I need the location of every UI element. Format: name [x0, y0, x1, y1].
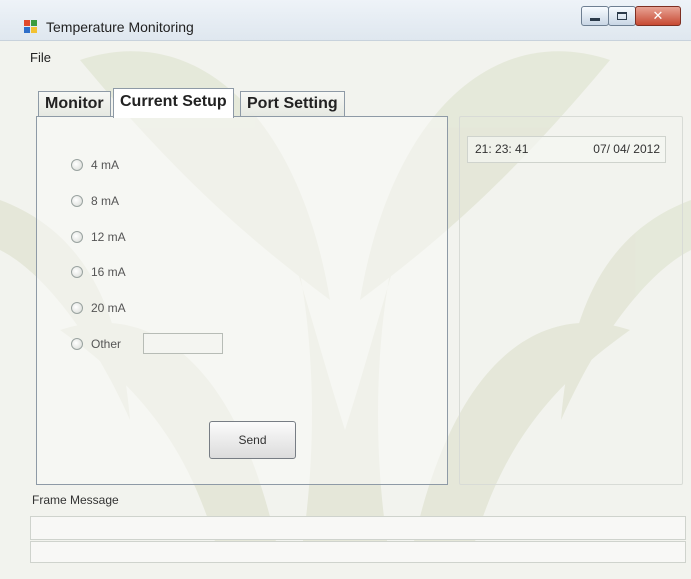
- current-setup-panel: 4 mA 8 mA 12 mA 16 mA 20 mA Other Send: [36, 116, 448, 485]
- title-bar: Temperature Monitoring ✕: [0, 0, 691, 41]
- option-8ma[interactable]: 8 mA: [71, 194, 119, 208]
- send-button[interactable]: Send: [209, 421, 296, 459]
- option-other[interactable]: Other: [71, 337, 121, 351]
- option-12ma[interactable]: 12 mA: [71, 230, 126, 244]
- option-16ma[interactable]: 16 mA: [71, 265, 126, 279]
- app-icon: [24, 20, 38, 34]
- radio-button[interactable]: [71, 159, 83, 171]
- tab-port-setting[interactable]: Port Setting: [240, 91, 345, 117]
- option-label: 12 mA: [91, 230, 126, 244]
- menu-file[interactable]: File: [30, 50, 51, 65]
- clock-date: 07/ 04/ 2012: [593, 142, 660, 156]
- frame-message-label: Frame Message: [32, 493, 119, 507]
- minimize-button[interactable]: [581, 6, 609, 26]
- option-label: 20 mA: [91, 301, 126, 315]
- tab-monitor[interactable]: Monitor: [38, 91, 111, 117]
- option-label: 16 mA: [91, 265, 126, 279]
- menu-bar: File: [30, 50, 51, 65]
- option-label: 4 mA: [91, 158, 120, 172]
- window-controls: ✕: [581, 6, 681, 26]
- frame-message-box-2[interactable]: [30, 541, 686, 563]
- radio-button[interactable]: [71, 231, 83, 243]
- option-20ma[interactable]: 20 mA: [71, 301, 126, 315]
- radio-button[interactable]: [71, 338, 83, 350]
- clock-display: 21: 23: 41 07/ 04/ 2012: [467, 136, 666, 163]
- option-4ma[interactable]: 4 mA: [71, 158, 119, 172]
- minimize-icon: [590, 17, 600, 21]
- close-icon: ✕: [652, 8, 664, 24]
- clock-time: 21: 23: 41: [475, 142, 529, 156]
- tab-current-setup[interactable]: Current Setup: [113, 88, 234, 118]
- other-current-input[interactable]: [143, 333, 223, 354]
- option-label: 8 mA: [91, 194, 120, 208]
- window-title: Temperature Monitoring: [46, 19, 194, 35]
- radio-button[interactable]: [71, 302, 83, 314]
- clock-group: [459, 116, 683, 485]
- maximize-icon: [617, 12, 627, 20]
- option-label: Other: [91, 337, 122, 351]
- close-button[interactable]: ✕: [635, 6, 681, 26]
- radio-button[interactable]: [71, 195, 83, 207]
- frame-message-box-1[interactable]: [30, 516, 686, 540]
- maximize-button[interactable]: [608, 6, 636, 26]
- radio-button[interactable]: [71, 266, 83, 278]
